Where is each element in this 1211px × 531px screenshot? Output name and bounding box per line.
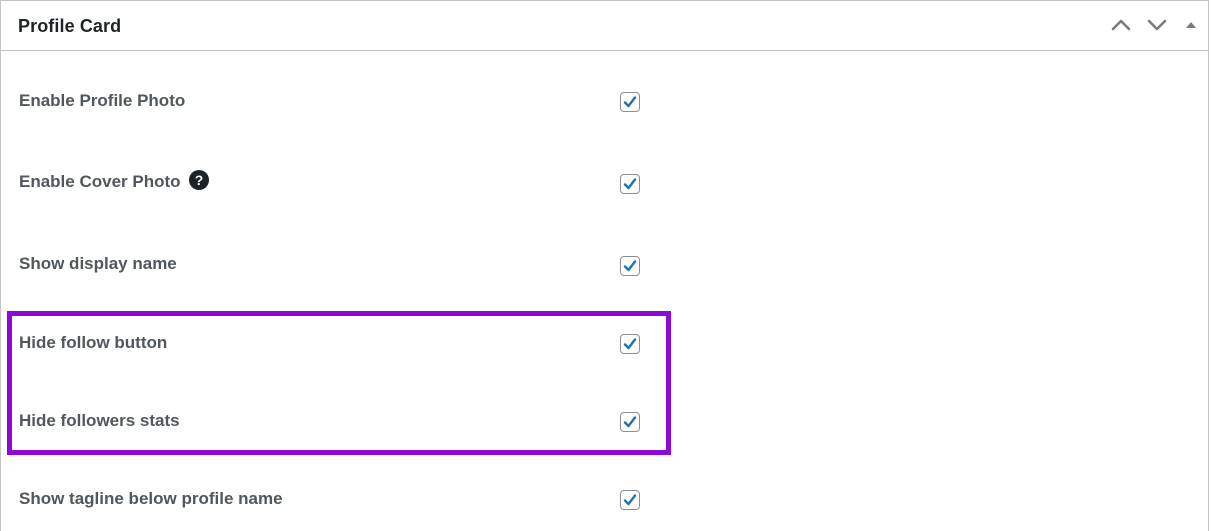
question-circle-icon[interactable]: ? — [188, 170, 209, 190]
setting-label: Hide followers stats — [19, 411, 180, 430]
checkmark-icon — [623, 494, 637, 506]
chevron-up-icon — [1111, 19, 1131, 31]
hide-follow-button-checkbox[interactable] — [620, 334, 640, 354]
setting-label: Hide follow button — [19, 333, 168, 352]
setting-label: Enable Profile Photo — [19, 91, 186, 110]
panel-header: Profile Card — [1, 1, 1208, 51]
checkmark-icon — [623, 338, 637, 350]
checkmark-icon — [623, 260, 637, 272]
setting-label: Show tagline below profile name — [19, 489, 283, 508]
chevron-down-icon — [1147, 19, 1167, 31]
checkmark-icon — [623, 178, 637, 190]
triangle-up-icon — [1186, 22, 1196, 28]
setting-row-cover-photo: Enable Cover Photo? — [1, 166, 1208, 196]
profile-card-panel: Profile Card Enable Profile Photo Enable… — [0, 0, 1209, 531]
show-display-name-checkbox[interactable] — [620, 256, 640, 276]
toggle-panel-button[interactable] — [1178, 12, 1204, 38]
checkmark-icon — [623, 96, 637, 108]
show-tagline-checkbox[interactable] — [620, 490, 640, 510]
checkmark-icon — [623, 416, 637, 428]
setting-row-tagline: Show tagline below profile name — [1, 485, 1208, 515]
setting-row-follow-button: Hide follow button — [1, 329, 1208, 359]
setting-row-display-name: Show display name — [1, 250, 1208, 280]
enable-cover-photo-checkbox[interactable] — [620, 174, 640, 194]
move-down-button[interactable] — [1144, 12, 1170, 38]
panel-title: Profile Card — [18, 16, 122, 36]
svg-text:?: ? — [194, 172, 203, 188]
move-up-button[interactable] — [1108, 12, 1134, 38]
setting-row-profile-photo: Enable Profile Photo — [1, 87, 1208, 117]
setting-label-with-help: Enable Cover Photo? — [19, 170, 209, 192]
setting-label: Show display name — [19, 254, 177, 273]
setting-row-followers-stats: Hide followers stats — [1, 407, 1208, 437]
setting-label: Enable Cover Photo — [19, 172, 181, 191]
enable-profile-photo-checkbox[interactable] — [620, 92, 640, 112]
hide-followers-stats-checkbox[interactable] — [620, 412, 640, 432]
